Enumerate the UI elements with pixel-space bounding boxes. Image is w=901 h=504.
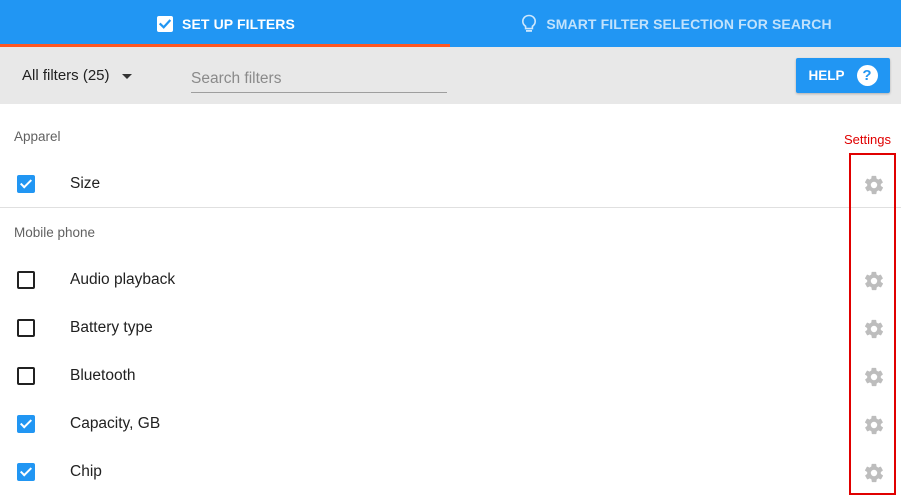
filter-row-chip: Chip [0,448,901,496]
filter-row-size: Size [0,160,901,208]
checkbox[interactable] [17,463,35,481]
help-button-label: HELP [808,68,845,83]
filter-label: Size [70,175,101,192]
checkbox[interactable] [17,415,35,433]
caret-down-icon [121,74,132,79]
checkbox[interactable] [17,367,35,385]
tab-label: SET UP FILTERS [182,15,295,32]
filter-label: Capacity, GB [70,415,161,432]
help-button[interactable]: HELP ? [796,58,890,93]
filter-row-capacity-gb: Capacity, GB [0,400,901,448]
tab-label: SMART FILTER SELECTION FOR SEARCH [546,15,832,32]
filter-row-audio-playback: Audio playback [0,256,901,304]
checkbox-checked-icon [155,14,175,34]
checkbox[interactable] [17,175,35,193]
checkbox[interactable] [17,319,35,337]
settings-annotation-box [849,153,896,495]
dropdown-value: All filters (25) [22,67,110,84]
filter-label: Audio playback [70,271,176,288]
filter-scope-dropdown[interactable]: All filters (25) [22,67,132,84]
question-icon: ? [856,65,878,86]
filter-label: Battery type [70,319,153,336]
tab-set-up-filters[interactable]: SET UP FILTERS [0,0,450,47]
filter-label: Bluetooth [70,367,136,384]
tab-bar: SET UP FILTERS SMART FILTER SELECTION FO… [0,0,901,47]
search-input[interactable] [191,65,447,93]
settings-annotation-label: Settings [844,132,891,147]
group-title-mobile-phone: Mobile phone [14,225,96,240]
filter-label: Chip [70,463,102,480]
filter-row-bluetooth: Bluetooth [0,352,901,400]
group-divider [0,207,901,208]
filter-row-battery-type: Battery type [0,304,901,352]
group-title-apparel: Apparel [14,129,61,144]
lightbulb-icon [519,14,539,34]
tab-smart-filter-selection[interactable]: SMART FILTER SELECTION FOR SEARCH [450,0,901,47]
filter-toolbar: All filters (25) HELP ? [0,47,901,104]
checkbox[interactable] [17,271,35,289]
